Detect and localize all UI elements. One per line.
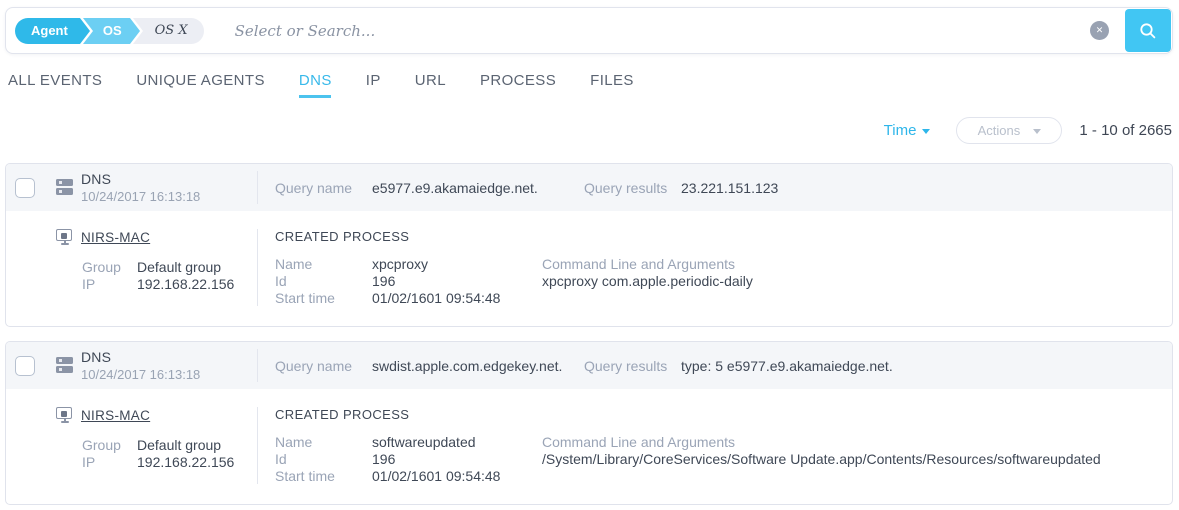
process-name-label: Name: [275, 434, 372, 451]
time-sort-dropdown[interactable]: Time: [884, 122, 931, 139]
filter-chip-os[interactable]: OS: [83, 18, 130, 44]
agent-endpoint-icon: [56, 229, 73, 246]
ip-label: IP: [82, 276, 137, 293]
group-label: Group: [82, 259, 137, 276]
event-type: DNS: [81, 171, 200, 187]
query-results-label: Query results: [584, 180, 681, 196]
event-tabs: ALL EVENTS UNIQUE AGENTS DNS IP URL PROC…: [8, 71, 634, 91]
created-process-title: CREATED PROCESS: [275, 229, 1172, 244]
event-timestamp: 10/24/2017 16:13:18: [81, 367, 200, 382]
command-line-value: /System/Library/CoreServices/Software Up…: [542, 451, 1172, 468]
ip-value: 192.168.22.156: [137, 276, 257, 293]
agent-endpoint-icon: [56, 407, 73, 424]
process-name-value: softwareupdated: [372, 434, 542, 451]
command-line-label: Command Line and Arguments: [542, 256, 1172, 273]
filter-chip-agent[interactable]: Agent: [15, 18, 80, 44]
query-name-label: Query name: [275, 180, 372, 196]
agent-name-link[interactable]: NIRS-MAC: [81, 408, 150, 423]
dns-server-icon: [56, 179, 73, 197]
search-input[interactable]: [235, 22, 1090, 40]
query-results-value: 23.221.151.123: [681, 180, 1172, 196]
tab-unique-agents[interactable]: UNIQUE AGENTS: [136, 71, 265, 91]
group-label: Group: [82, 437, 137, 454]
query-name-value: swdist.apple.com.edgekey.net.: [372, 358, 584, 374]
event-checkbox[interactable]: [15, 178, 35, 198]
filter-chip-os-x[interactable]: OS X: [133, 18, 204, 44]
command-line-value: xpcproxy com.apple.periodic-daily: [542, 273, 1172, 290]
group-value: Default group: [137, 259, 257, 276]
event-card-header: DNS 10/24/2017 16:13:18 Query name swdis…: [6, 342, 1172, 389]
agent-name-link[interactable]: NIRS-MAC: [81, 230, 150, 245]
event-card: DNS 10/24/2017 16:13:18 Query name swdis…: [5, 341, 1173, 505]
ip-value: 192.168.22.156: [137, 454, 257, 471]
tab-url[interactable]: URL: [415, 71, 446, 91]
query-results-label: Query results: [584, 358, 681, 374]
clear-search-icon[interactable]: ✕: [1090, 21, 1109, 40]
chevron-down-icon: [1033, 129, 1041, 134]
actions-button[interactable]: Actions: [956, 117, 1062, 144]
event-checkbox[interactable]: [15, 356, 35, 376]
process-id-label: Id: [275, 451, 372, 468]
ip-label: IP: [82, 454, 137, 471]
chevron-down-icon: [922, 129, 930, 134]
list-toolbar: Time Actions 1 - 10 of 2665: [884, 116, 1172, 144]
query-name-label: Query name: [275, 358, 372, 374]
search-bar: Agent OS OS X ✕: [5, 7, 1173, 54]
event-card-body: NIRS-MAC Group Default group IP 192.168.…: [6, 389, 1172, 504]
search-icon: [1138, 21, 1158, 41]
tab-process[interactable]: PROCESS: [480, 71, 556, 91]
start-time-value: 01/02/1601 09:54:48: [372, 468, 542, 485]
event-card-body: NIRS-MAC Group Default group IP 192.168.…: [6, 211, 1172, 326]
event-card: DNS 10/24/2017 16:13:18 Query name e5977…: [5, 163, 1173, 327]
process-id-label: Id: [275, 273, 372, 290]
tab-all-events[interactable]: ALL EVENTS: [8, 71, 102, 91]
tab-ip[interactable]: IP: [366, 71, 381, 91]
tab-dns[interactable]: DNS: [299, 71, 332, 91]
start-time-label: Start time: [275, 468, 372, 485]
process-name-value: xpcproxy: [372, 256, 542, 273]
process-id-value: 196: [372, 273, 542, 290]
process-id-value: 196: [372, 451, 542, 468]
dns-server-icon: [56, 357, 73, 375]
query-results-value: type: 5 e5977.e9.akamaiedge.net.: [681, 358, 1172, 374]
created-process-title: CREATED PROCESS: [275, 407, 1172, 422]
time-sort-label: Time: [884, 122, 917, 139]
filter-chips: Agent OS OS X: [15, 18, 207, 44]
query-name-value: e5977.e9.akamaiedge.net.: [372, 180, 584, 196]
event-timestamp: 10/24/2017 16:13:18: [81, 189, 200, 204]
group-value: Default group: [137, 437, 257, 454]
actions-label: Actions: [978, 123, 1021, 138]
process-name-label: Name: [275, 256, 372, 273]
start-time-label: Start time: [275, 290, 372, 307]
tab-files[interactable]: FILES: [590, 71, 634, 91]
start-time-value: 01/02/1601 09:54:48: [372, 290, 542, 307]
event-type: DNS: [81, 349, 200, 365]
search-button[interactable]: [1125, 9, 1171, 52]
command-line-label: Command Line and Arguments: [542, 434, 1172, 451]
pagination-count: 1 - 10 of 2665: [1079, 122, 1172, 139]
event-card-header: DNS 10/24/2017 16:13:18 Query name e5977…: [6, 164, 1172, 211]
